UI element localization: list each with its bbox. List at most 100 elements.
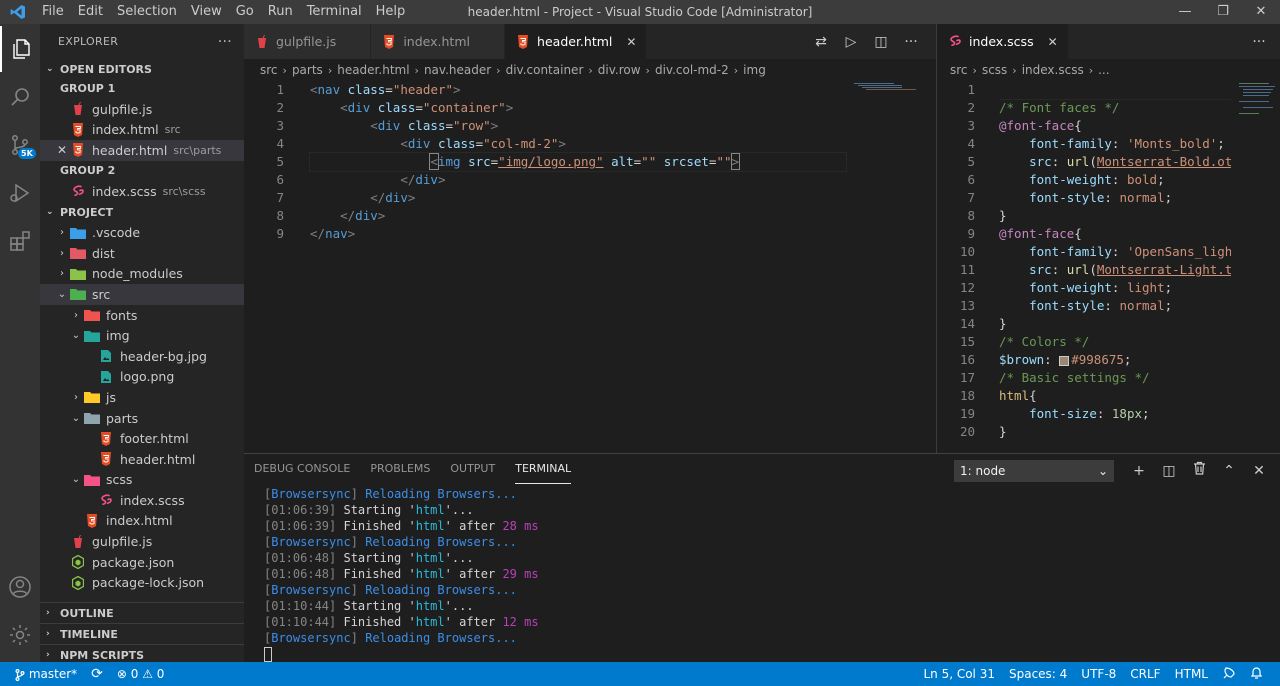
source-control-icon[interactable]: 5K bbox=[0, 122, 40, 168]
tree-folder[interactable]: ⌄ img bbox=[40, 325, 244, 346]
section-outline[interactable]: › OUTLINE bbox=[40, 602, 244, 623]
tree-file[interactable]: package-lock.json bbox=[40, 572, 244, 593]
menu-go[interactable]: Go bbox=[229, 0, 261, 24]
split-terminal-icon[interactable]: ◫ bbox=[1154, 460, 1184, 482]
extensions-icon[interactable] bbox=[0, 218, 40, 264]
panel-tab-problems[interactable]: PROBLEMS bbox=[370, 460, 430, 484]
menu-view[interactable]: View bbox=[184, 0, 229, 24]
breadcrumb-item[interactable]: img bbox=[743, 63, 766, 77]
tab-index-html[interactable]: index.html✕ bbox=[371, 24, 506, 59]
tree-folder[interactable]: › js bbox=[40, 387, 244, 408]
tree-folder[interactable]: ⌄ parts bbox=[40, 408, 244, 429]
search-icon[interactable] bbox=[0, 74, 40, 120]
editor2-more-icon[interactable]: ··· bbox=[1244, 34, 1274, 50]
editor2-code[interactable]: 1 2 3 4 5 6 7 8 9 10 11 12 13 14 15 16 17 18 19 20 /* Font … bbox=[937, 81, 1280, 453]
problems-indicator[interactable]: ⊗ 0 ⚠ 0 bbox=[117, 667, 165, 681]
folder-icon bbox=[70, 287, 86, 301]
tree-folder[interactable]: ⌄ scss bbox=[40, 470, 244, 491]
close-panel-icon[interactable]: ✕ bbox=[1244, 460, 1274, 482]
tree-folder[interactable]: › dist bbox=[40, 243, 244, 264]
tree-folder[interactable]: › .vscode bbox=[40, 222, 244, 243]
notifications-bell-icon[interactable] bbox=[1250, 666, 1263, 683]
cursor-position[interactable]: Ln 5, Col 31 bbox=[923, 667, 995, 681]
tree-file[interactable]: package.json bbox=[40, 552, 244, 573]
menu-selection[interactable]: Selection bbox=[110, 0, 184, 24]
close-icon[interactable]: ✕ bbox=[626, 35, 636, 49]
close-window-button[interactable]: ✕ bbox=[1242, 0, 1280, 24]
breadcrumb-item[interactable]: nav.header bbox=[424, 63, 491, 77]
tree-folder[interactable]: › fonts bbox=[40, 305, 244, 326]
breadcrumb-item[interactable]: div.container bbox=[506, 63, 584, 77]
compare-icon[interactable]: ⇄ bbox=[806, 34, 836, 50]
breadcrumb-item[interactable]: ... bbox=[1098, 63, 1109, 77]
terminal-output[interactable]: [Browsersync] Reloading Browsers... [01:… bbox=[264, 486, 539, 662]
panel-tab-terminal[interactable]: TERMINAL bbox=[515, 460, 572, 484]
breadcrumb-item[interactable]: div.row bbox=[598, 63, 641, 77]
open-editor-item[interactable]: gulpfile.js bbox=[40, 99, 244, 120]
breadcrumb-item[interactable]: scss bbox=[982, 63, 1007, 77]
section-timeline[interactable]: › TIMELINE bbox=[40, 623, 244, 644]
indentation[interactable]: Spaces: 4 bbox=[1009, 667, 1067, 681]
account-icon[interactable] bbox=[0, 564, 40, 610]
sync-icon[interactable]: ⟳ bbox=[91, 666, 103, 682]
node-icon bbox=[70, 575, 86, 590]
project-section[interactable]: ⌄ PROJECT bbox=[40, 202, 244, 222]
tree-file[interactable]: logo.png bbox=[40, 367, 244, 388]
breadcrumb-item[interactable]: header.html bbox=[337, 63, 409, 77]
branch-indicator[interactable]: master* bbox=[15, 667, 77, 681]
close-icon[interactable]: ✕ bbox=[54, 143, 70, 157]
terminal-cursor bbox=[264, 647, 272, 662]
run-debug-icon[interactable] bbox=[0, 170, 40, 216]
open-editor-item[interactable]: index.scss src\scss bbox=[40, 181, 244, 202]
encoding[interactable]: UTF-8 bbox=[1081, 667, 1116, 681]
editor1-code[interactable]: 1 2 3 4 5 6 7 8 9 <nav class="header"> <div clas… bbox=[244, 81, 936, 453]
panel-tab-output[interactable]: OUTPUT bbox=[450, 460, 495, 484]
menu-file[interactable]: File bbox=[35, 0, 71, 24]
tree-item-name: package.json bbox=[92, 554, 175, 570]
tab-index-scss[interactable]: index.scss ✕ bbox=[937, 24, 1069, 59]
open-editor-item[interactable]: ✕ header.html src\parts bbox=[40, 140, 244, 161]
line-number: 5 bbox=[276, 154, 284, 169]
menu-terminal[interactable]: Terminal bbox=[300, 0, 369, 24]
sass-icon bbox=[947, 35, 963, 49]
trash-icon[interactable] bbox=[1184, 460, 1214, 482]
tab-header-html[interactable]: header.html ✕ bbox=[505, 24, 648, 59]
language-mode[interactable]: HTML bbox=[1175, 667, 1208, 681]
tab-gulpfile-js[interactable]: gulpfile.js✕ bbox=[244, 24, 372, 59]
open-editors-section[interactable]: ⌄ OPEN EDITORS bbox=[40, 59, 244, 79]
tree-file[interactable]: gulpfile.js bbox=[40, 531, 244, 552]
tree-file[interactable]: header-bg.jpg bbox=[40, 346, 244, 367]
open-editor-item[interactable]: index.html src bbox=[40, 120, 244, 141]
more-actions-icon[interactable]: ··· bbox=[896, 34, 926, 50]
run-icon[interactable]: ▷ bbox=[836, 34, 866, 50]
new-terminal-icon[interactable]: + bbox=[1124, 460, 1154, 482]
breadcrumb-item[interactable]: index.scss bbox=[1022, 63, 1084, 77]
menu-edit[interactable]: Edit bbox=[71, 0, 110, 24]
explorer-more-icon[interactable]: ··· bbox=[218, 34, 232, 50]
breadcrumb-item[interactable]: src bbox=[950, 63, 968, 77]
minimize-button[interactable]: — bbox=[1166, 0, 1204, 24]
tree-file[interactable]: header.html bbox=[40, 449, 244, 470]
breadcrumb-item[interactable]: div.col-md-2 bbox=[655, 63, 729, 77]
tree-folder[interactable]: ⌄ src bbox=[40, 284, 244, 305]
settings-gear-icon[interactable] bbox=[0, 612, 40, 658]
end-of-line[interactable]: CRLF bbox=[1130, 667, 1160, 681]
breadcrumb-item[interactable]: src bbox=[260, 63, 278, 77]
explorer-icon[interactable] bbox=[0, 26, 40, 72]
tree-folder[interactable]: › node_modules bbox=[40, 264, 244, 285]
chevron-right-icon: › bbox=[74, 391, 78, 403]
tree-file[interactable]: index.scss bbox=[40, 490, 244, 511]
terminal-select[interactable]: 1: node ⌄ bbox=[954, 460, 1114, 482]
split-editor-icon[interactable]: ◫ bbox=[866, 34, 896, 50]
menu-run[interactable]: Run bbox=[261, 0, 300, 24]
tree-file[interactable]: index.html bbox=[40, 511, 244, 532]
menu-help[interactable]: Help bbox=[369, 0, 413, 24]
panel-tab-debug-console[interactable]: DEBUG CONSOLE bbox=[254, 460, 350, 484]
feedback-icon[interactable] bbox=[1222, 666, 1236, 683]
line-number: 9 bbox=[967, 226, 975, 241]
breadcrumb-item[interactable]: parts bbox=[292, 63, 323, 77]
maximize-panel-icon[interactable]: ⌃ bbox=[1214, 460, 1244, 482]
tree-file[interactable]: footer.html bbox=[40, 428, 244, 449]
maximize-button[interactable]: ❐ bbox=[1204, 0, 1242, 24]
close-icon[interactable]: ✕ bbox=[1048, 35, 1058, 49]
